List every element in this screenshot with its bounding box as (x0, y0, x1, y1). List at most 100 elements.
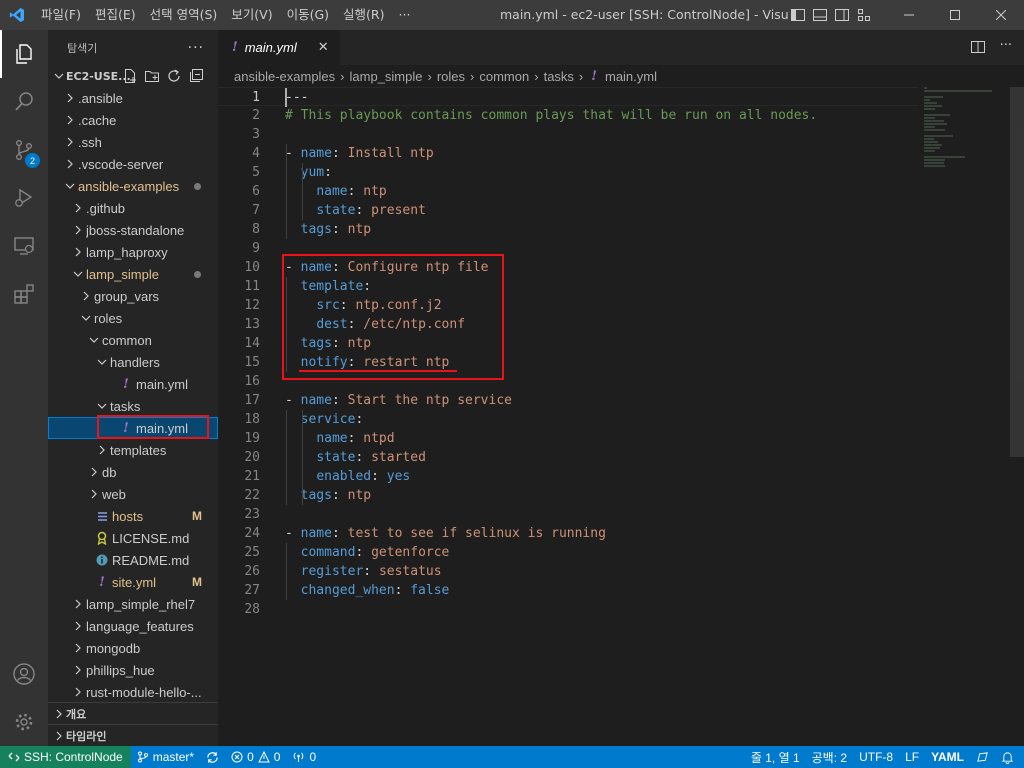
tree-item-label: hosts (112, 508, 144, 524)
toggle-panel-icon[interactable] (812, 7, 828, 23)
tree-folder[interactable]: .github (48, 197, 218, 219)
chevron-right-icon (86, 489, 102, 499)
tree-file[interactable]: ! main.yml (48, 373, 218, 395)
notifications-bell-icon[interactable] (995, 751, 1024, 764)
feedback-icon[interactable] (970, 751, 995, 764)
sync-icon[interactable] (200, 751, 225, 764)
tab-main-yml[interactable]: ! main.yml ✕ (218, 30, 340, 65)
tree-folder[interactable]: group_vars (48, 285, 218, 307)
scrollbar-thumb[interactable] (1010, 87, 1024, 457)
breadcrumb-item[interactable]: ansible-examples (234, 69, 335, 84)
tree-folder[interactable]: phillips_hue (48, 659, 218, 681)
menu-item[interactable]: 선택 영역(S) (143, 0, 225, 30)
tree-folder[interactable]: .ssh (48, 131, 218, 153)
menu-item[interactable]: 편집(E) (88, 0, 143, 30)
split-editor-icon[interactable] (970, 39, 986, 55)
more-actions-icon[interactable]: ··· (188, 40, 204, 56)
minimize-icon[interactable] (886, 0, 932, 30)
tree-folder[interactable]: .cache (48, 109, 218, 131)
error-icon (231, 751, 243, 763)
menu-item[interactable]: 이동(G) (280, 0, 336, 30)
git-modified-badge: M (192, 575, 202, 589)
line-text: dest: /etc/ntp.conf (316, 317, 466, 332)
source-control-icon[interactable]: 2 (0, 126, 48, 174)
list-file-icon (94, 510, 110, 522)
extensions-icon[interactable] (0, 270, 48, 318)
branch-indicator[interactable]: master* (131, 750, 200, 764)
tree-folder[interactable]: rust-module-hello-... (48, 681, 218, 703)
tree-file[interactable]: hosts M (48, 505, 218, 527)
toggle-primary-sidebar-icon[interactable] (790, 7, 806, 23)
line-number: 28 (244, 602, 260, 617)
settings-gear-icon[interactable] (0, 698, 48, 746)
yaml-file-icon: ! (99, 574, 105, 590)
indent-guide (286, 410, 287, 505)
minimap[interactable] (924, 87, 1012, 167)
ports-indicator[interactable]: 0 (286, 750, 322, 764)
workspace-root[interactable]: EC2-USE... (48, 65, 218, 87)
breadcrumb-item[interactable]: roles (437, 69, 465, 84)
explorer-icon[interactable] (0, 30, 48, 78)
chevron-right-icon (70, 643, 86, 653)
customize-layout-icon[interactable] (856, 7, 872, 23)
close-tab-icon[interactable]: ✕ (318, 40, 329, 55)
menu-item[interactable]: 파일(F) (34, 0, 88, 30)
indentation[interactable]: 공백: 2 (806, 749, 853, 766)
remote-explorer-icon[interactable] (0, 222, 48, 270)
refresh-icon[interactable] (166, 68, 182, 84)
new-folder-icon[interactable] (144, 68, 160, 84)
search-icon[interactable] (0, 78, 48, 126)
language-mode[interactable]: YAML (925, 750, 970, 764)
new-file-icon[interactable] (122, 68, 138, 84)
tree-folder[interactable]: .vscode-server (48, 153, 218, 175)
warning-count: 0 (273, 750, 281, 764)
end-of-line[interactable]: LF (899, 750, 925, 764)
tree-file[interactable]: LICENSE.md (48, 527, 218, 549)
maximize-icon[interactable] (932, 0, 978, 30)
code-line: 28 (218, 600, 918, 619)
minimap-line (924, 105, 942, 107)
tree-folder[interactable]: roles (48, 307, 218, 329)
encoding[interactable]: UTF-8 (853, 750, 899, 764)
tree-folder[interactable]: ansible-examples (48, 175, 218, 197)
tree-folder[interactable]: handlers (48, 351, 218, 373)
breadcrumb-item[interactable]: tasks (544, 69, 574, 84)
tree-folder[interactable]: lamp_simple_rhel7 (48, 593, 218, 615)
menu-item[interactable]: 보기(V) (224, 0, 279, 30)
timeline-section[interactable]: 타임라인 (48, 724, 218, 746)
tree-file[interactable]: README.md (48, 549, 218, 571)
toggle-secondary-sidebar-icon[interactable] (834, 7, 850, 23)
code-editor[interactable]: 1 --- 2 # This playbook contains common pla… (218, 87, 1024, 746)
tree-folder[interactable]: lamp_simple (48, 263, 218, 285)
run-debug-icon[interactable] (0, 174, 48, 222)
menu-more-icon[interactable]: ··· (392, 0, 418, 30)
breadcrumb-item[interactable]: common (479, 69, 529, 84)
cursor-position[interactable]: 줄 1, 열 1 (745, 749, 806, 766)
tree-folder[interactable]: web (48, 483, 218, 505)
close-icon[interactable] (978, 0, 1024, 30)
tree-folder[interactable]: tasks (48, 395, 218, 417)
problems-indicator[interactable]: 0 0 (225, 750, 286, 764)
line-number: 1 (252, 90, 260, 105)
remote-indicator[interactable]: SSH: ControlNode (0, 746, 131, 768)
line-text: - name: Configure ntp file (285, 260, 489, 275)
tree-item-label: phillips_hue (86, 662, 155, 678)
breadcrumb-item[interactable]: lamp_simple (350, 69, 423, 84)
tree-file[interactable]: ! site.yml M (48, 571, 218, 593)
tree-item-label: site.yml (112, 574, 157, 590)
tree-folder[interactable]: jboss-standalone (48, 219, 218, 241)
tree-folder[interactable]: lamp_haproxy (48, 241, 218, 263)
tree-folder[interactable]: language_features (48, 615, 218, 637)
tree-folder[interactable]: common (48, 329, 218, 351)
account-icon[interactable] (0, 650, 48, 698)
collapse-all-icon[interactable] (188, 68, 204, 84)
vertical-scrollbar[interactable] (1010, 87, 1024, 746)
tree-folder[interactable]: db (48, 461, 218, 483)
more-actions-icon[interactable]: ··· (1000, 39, 1012, 55)
breadcrumb-item[interactable]: main.yml (605, 69, 657, 84)
tree-folder[interactable]: mongodb (48, 637, 218, 659)
menu-item[interactable]: 실행(R) (336, 0, 391, 30)
tree-folder[interactable]: templates (48, 439, 218, 461)
tree-folder[interactable]: .ansible (48, 87, 218, 109)
outline-section[interactable]: 개요 (48, 702, 218, 724)
